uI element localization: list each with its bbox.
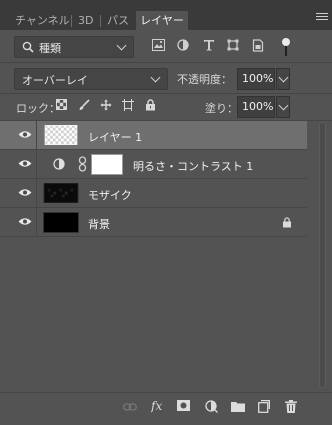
fx-icon[interactable]: fx xyxy=(151,399,165,413)
lock-artboard-icon[interactable] xyxy=(122,99,134,111)
tab-separator xyxy=(100,15,101,27)
panel-menu-icon[interactable] xyxy=(316,13,328,23)
svg-text:fx: fx xyxy=(151,399,162,413)
panel-tab-bar: チャンネル 3D パス レイヤー xyxy=(0,0,332,30)
tab-layers[interactable]: レイヤー xyxy=(136,11,188,30)
link-icon[interactable] xyxy=(123,403,137,411)
scrollbar-thumb[interactable] xyxy=(319,122,326,388)
eye-icon[interactable] xyxy=(18,188,32,197)
eye-icon[interactable] xyxy=(18,159,32,168)
filter-kind-label: 種類 xyxy=(39,42,61,55)
lock-position-icon[interactable] xyxy=(100,99,112,111)
tab-separator xyxy=(71,15,72,27)
visibility-cell xyxy=(0,179,37,207)
filter-toggle-stem xyxy=(285,46,287,56)
opacity-label: 不透明度： xyxy=(177,73,232,86)
folder-icon[interactable] xyxy=(231,401,245,412)
filter-type-layer-icon[interactable] xyxy=(203,39,215,51)
lock-image-pixels-icon[interactable] xyxy=(78,99,90,111)
lock-icon[interactable] xyxy=(282,217,292,228)
blend-mode-label: オーバーレイ xyxy=(22,74,88,87)
eye-icon[interactable] xyxy=(18,130,32,139)
layer-thumbnail-background xyxy=(43,212,79,233)
filter-adjustment-layer-icon[interactable] xyxy=(177,39,189,51)
trash-icon[interactable] xyxy=(285,400,297,413)
chevron-down-icon xyxy=(278,100,289,111)
divider xyxy=(0,62,332,63)
layer-thumbnail-mosaic xyxy=(43,183,79,203)
layer-name[interactable]: 明るさ・コントラスト 1 xyxy=(133,158,253,174)
layers-bottom-toolbar xyxy=(0,392,332,425)
mask-link-icon[interactable] xyxy=(78,156,87,172)
tab-paths[interactable]: パス xyxy=(103,11,133,30)
visibility-cell xyxy=(0,150,37,178)
layer-row-mosaic[interactable]: モザイク xyxy=(0,179,307,208)
mask-icon[interactable] xyxy=(177,400,190,411)
chevron-down-icon xyxy=(278,72,289,83)
chevron-down-icon xyxy=(150,72,161,83)
layer-name[interactable]: 背景 xyxy=(88,216,110,232)
lock-all-icon[interactable] xyxy=(145,99,156,111)
layers-list: レイヤー 1 明るさ・コントラスト 1 モザイク 背景 xyxy=(0,121,315,391)
layer-thumbnail-transparent xyxy=(44,125,78,145)
adjustment-layer-icon xyxy=(53,158,65,170)
divider xyxy=(0,93,332,94)
eye-icon[interactable] xyxy=(18,217,32,226)
chevron-down-icon xyxy=(116,40,127,51)
new-layer-icon[interactable] xyxy=(258,400,270,413)
tab-channels[interactable]: チャンネル xyxy=(11,11,74,30)
layer-name[interactable]: レイヤー 1 xyxy=(88,129,142,145)
layer-mask-thumbnail[interactable] xyxy=(91,154,123,175)
layer-row-brightness-contrast-1[interactable]: 明るさ・コントラスト 1 xyxy=(0,150,307,179)
layer-name[interactable]: モザイク xyxy=(88,187,132,203)
lock-label: ロック： xyxy=(16,102,60,115)
fill-label: 塗り： xyxy=(205,102,238,115)
filter-smart-object-icon[interactable] xyxy=(252,39,264,52)
visibility-cell xyxy=(0,121,37,149)
opacity-dropdown-button[interactable] xyxy=(276,68,290,90)
lock-transparent-pixels-icon[interactable] xyxy=(56,99,67,110)
fill-dropdown-button[interactable] xyxy=(276,96,290,118)
search-icon xyxy=(22,41,34,53)
blend-mode-select[interactable]: オーバーレイ xyxy=(14,68,168,90)
filter-shape-layer-icon[interactable] xyxy=(227,39,239,51)
layer-row-layer-1[interactable]: レイヤー 1 xyxy=(0,121,307,150)
layer-row-background[interactable]: 背景 xyxy=(0,208,307,237)
filter-toggle-icon[interactable] xyxy=(282,38,290,46)
visibility-cell xyxy=(0,208,37,236)
opacity-input[interactable]: 100% xyxy=(237,68,275,90)
filter-kind-select[interactable]: 種類 xyxy=(14,36,134,58)
fill-input[interactable]: 100% xyxy=(237,96,275,118)
filter-pixel-layer-icon[interactable] xyxy=(152,39,165,51)
adjustment-icon[interactable] xyxy=(205,400,218,413)
tab-3d[interactable]: 3D xyxy=(74,11,97,30)
